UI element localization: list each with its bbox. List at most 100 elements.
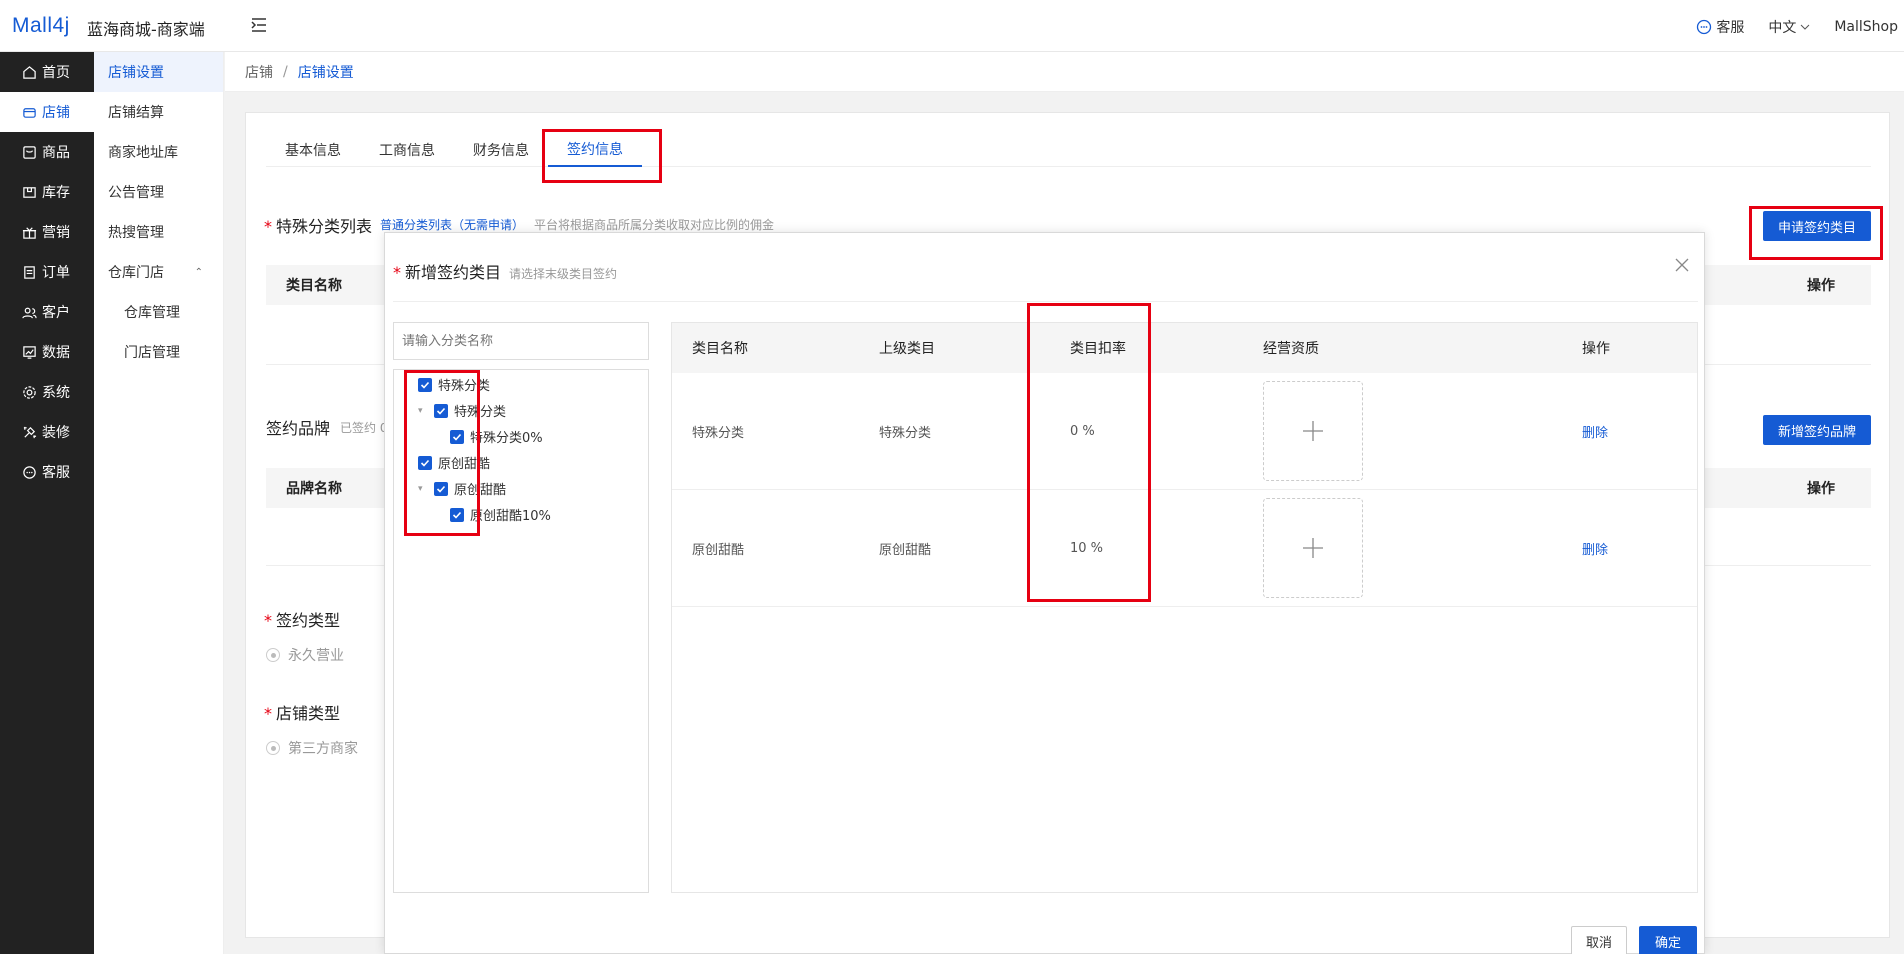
tab-finance-info[interactable]: 财务信息	[454, 133, 548, 167]
shop-type-title: * 店铺类型	[264, 700, 340, 724]
special-category-title: * 特殊分类列表	[264, 213, 372, 237]
collapse-menu-icon[interactable]	[250, 16, 268, 34]
category-search[interactable]	[393, 322, 649, 360]
commission-hint: 平台将根据商品所属分类收取对应比例的佣金	[534, 218, 775, 232]
sidebar-item-gift[interactable]: 营销	[0, 212, 94, 252]
radio-label: 第三方商家	[288, 741, 358, 757]
brand-title: 签约品牌	[266, 419, 331, 438]
subnav-item-warehouse-store[interactable]: 仓库门店 ⌃	[94, 252, 223, 292]
normal-category-link[interactable]: 普通分类列表（无需申请）	[380, 216, 524, 233]
radio-dot	[266, 741, 280, 755]
gift-icon	[22, 226, 37, 239]
chat-icon	[23, 465, 36, 479]
checkbox-checked-icon[interactable]	[418, 455, 432, 470]
sidebar-item-chart[interactable]: 数据	[0, 332, 94, 372]
col-category-name: 类目名称	[286, 278, 342, 294]
tab-contract-info[interactable]: 签约信息	[548, 133, 642, 167]
sidebar-item-label: 客户	[42, 305, 70, 321]
sidebar-item-store[interactable]: 店铺	[0, 92, 94, 132]
sign-type-radio[interactable]: 永久营业	[266, 645, 344, 665]
sub-nav: 店铺设置 店铺结算 商家地址库 公告管理 热搜管理 仓库门店 ⌃ 仓库管理 门店…	[94, 52, 224, 954]
sidebar-item-label: 营销	[42, 225, 70, 241]
required-mark: *	[264, 217, 272, 236]
subnav-item-hotsearch[interactable]: 热搜管理	[94, 212, 223, 252]
subnav-item-address[interactable]: 商家地址库	[94, 132, 223, 172]
apply-category-button[interactable]: 申请签约类目	[1763, 211, 1871, 241]
checkbox-checked-icon[interactable]	[450, 429, 464, 444]
tree-node[interactable]: 原创甜酷10%	[450, 505, 551, 524]
sidebar-item-product[interactable]: 商品	[0, 132, 94, 172]
tree-node[interactable]: 特殊分类0%	[450, 427, 543, 446]
tree-node[interactable]: ▾ 特殊分类	[418, 401, 506, 420]
col-commission-rate: 类目扣率	[1070, 341, 1126, 357]
tree-node-label: 原创甜酷	[438, 457, 491, 472]
caret-down-icon[interactable]: ▾	[418, 406, 428, 416]
breadcrumb-current: 店铺设置	[297, 64, 354, 81]
add-category-dialog: *新增签约类目请选择末级类目签约 特殊分类 ▾ 特殊分类 特殊分类0% 原创甜酷…	[384, 232, 1705, 954]
sidebar-item-chat[interactable]: 客服	[0, 452, 94, 492]
caret-down-icon[interactable]: ▾	[418, 484, 428, 494]
row-category-name: 原创甜酷	[692, 542, 745, 558]
confirm-button[interactable]: 确定	[1639, 926, 1697, 954]
special-category-label: 特殊分类列表	[276, 217, 373, 236]
logo: Mall4j	[12, 14, 70, 37]
sidebar-item-decorate[interactable]: 装修	[0, 412, 94, 452]
tab-basic-info[interactable]: 基本信息	[266, 133, 360, 167]
chart-icon	[23, 345, 36, 359]
col-category-name: 类目名称	[692, 341, 748, 357]
delete-link[interactable]: 删除	[1582, 490, 1608, 606]
tree-node-label: 特殊分类	[454, 405, 507, 420]
sidebar: 首页店铺商品库存营销订单客户数据 系统 装修 客服	[0, 52, 94, 954]
selected-category-table: 类目名称 上级类目 类目扣率 经营资质 操作 特殊分类 特殊分类 0 % 删除 …	[671, 322, 1698, 893]
required-mark: *	[393, 263, 401, 282]
service-label: 客服	[1716, 20, 1745, 36]
shop-type-radio[interactable]: 第三方商家	[266, 738, 358, 758]
row-category-name: 特殊分类	[692, 425, 745, 441]
col-action: 操作	[1807, 278, 1835, 294]
subnav-item-store[interactable]: 门店管理	[94, 332, 223, 372]
sidebar-item-label: 店铺	[42, 105, 70, 121]
subnav-item-shop-settings[interactable]: 店铺设置	[94, 52, 223, 92]
tree-node[interactable]: 原创甜酷	[402, 453, 490, 472]
checkbox-checked-icon[interactable]	[434, 481, 448, 496]
col-parent-category: 上级类目	[879, 341, 935, 357]
user-name[interactable]: MallShop	[1834, 19, 1898, 35]
tab-business-info[interactable]: 工商信息	[360, 133, 454, 167]
checkbox-checked-icon[interactable]	[418, 377, 432, 392]
language-select[interactable]: 中文	[1768, 17, 1810, 37]
dialog-title-text: 新增签约类目	[405, 263, 502, 282]
tree-node[interactable]: ▾ 原创甜酷	[418, 479, 506, 498]
checkbox-checked-icon[interactable]	[434, 403, 448, 418]
required-mark: *	[264, 704, 272, 723]
subnav-item-notice[interactable]: 公告管理	[94, 172, 223, 212]
sidebar-item-customer[interactable]: 客户	[0, 292, 94, 332]
upload-qualification-button[interactable]	[1263, 381, 1363, 481]
cancel-button[interactable]: 取消	[1571, 926, 1627, 954]
col-qualification: 经营资质	[1263, 341, 1319, 357]
close-icon[interactable]	[1674, 257, 1690, 273]
shop-type-label: 店铺类型	[276, 704, 341, 723]
gear-icon	[23, 385, 36, 399]
subnav-item-warehouse[interactable]: 仓库管理	[94, 292, 223, 332]
tree-node[interactable]: 特殊分类	[402, 375, 490, 394]
sidebar-item-gear[interactable]: 系统	[0, 372, 94, 412]
sidebar-item-label: 订单	[42, 265, 70, 281]
sign-type-label: 签约类型	[276, 611, 341, 630]
home-icon	[23, 65, 36, 79]
subnav-item-settlement[interactable]: 店铺结算	[94, 92, 223, 132]
add-brand-button[interactable]: 新增签约品牌	[1763, 415, 1871, 445]
col-action: 操作	[1582, 341, 1610, 357]
sidebar-item-inventory[interactable]: 库存	[0, 172, 94, 212]
table-row: 原创甜酷 原创甜酷 10 % 删除	[672, 490, 1697, 607]
upload-qualification-button[interactable]	[1263, 498, 1363, 598]
sidebar-item-order[interactable]: 订单	[0, 252, 94, 292]
delete-link[interactable]: 删除	[1582, 373, 1608, 489]
sidebar-item-label: 库存	[42, 185, 70, 201]
chat-icon	[1697, 19, 1712, 35]
breadcrumb-root[interactable]: 店铺	[245, 62, 273, 82]
category-search-input[interactable]	[402, 333, 642, 349]
sidebar-item-home[interactable]: 首页	[0, 52, 94, 92]
checkbox-checked-icon[interactable]	[450, 507, 464, 522]
top-bar: Mall4j 蓝海商城-商家端 客服 中文 MallShop	[0, 0, 1904, 52]
service-button[interactable]: 客服	[1696, 17, 1744, 37]
